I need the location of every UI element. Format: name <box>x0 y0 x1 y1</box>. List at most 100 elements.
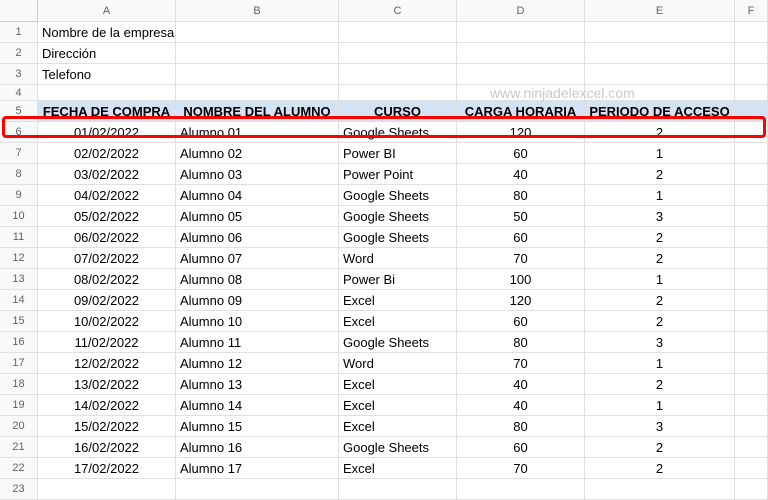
cell-E20[interactable]: 3 <box>585 416 735 437</box>
cell-C9[interactable]: Google Sheets <box>339 185 457 206</box>
cell-E13[interactable]: 1 <box>585 269 735 290</box>
cell-B7[interactable]: Alumno 02 <box>176 143 339 164</box>
row-header-10[interactable]: 10 <box>0 206 38 227</box>
cell-D1[interactable] <box>457 22 585 43</box>
cell-A16[interactable]: 11/02/2022 <box>38 332 176 353</box>
cell-B14[interactable]: Alumno 09 <box>176 290 339 311</box>
cell-A11[interactable]: 06/02/2022 <box>38 227 176 248</box>
table-header-C[interactable]: CURSO <box>339 101 457 122</box>
cell-A3[interactable]: Telefono <box>38 64 176 85</box>
cell-E23[interactable] <box>585 479 735 500</box>
cell-D16[interactable]: 80 <box>457 332 585 353</box>
cell-C14[interactable]: Excel <box>339 290 457 311</box>
cell-D23[interactable] <box>457 479 585 500</box>
cell-D12[interactable]: 70 <box>457 248 585 269</box>
cell-F20[interactable] <box>735 416 768 437</box>
table-header-F[interactable] <box>735 101 768 122</box>
cell-A12[interactable]: 07/02/2022 <box>38 248 176 269</box>
cell-A1[interactable]: Nombre de la empresa <box>38 22 176 43</box>
cell-B23[interactable] <box>176 479 339 500</box>
row-header-1[interactable]: 1 <box>0 22 38 43</box>
row-header-13[interactable]: 13 <box>0 269 38 290</box>
cell-D3[interactable] <box>457 64 585 85</box>
cell-E9[interactable]: 1 <box>585 185 735 206</box>
cell-C3[interactable] <box>339 64 457 85</box>
cell-C6[interactable]: Google Sheets <box>339 122 457 143</box>
cell-E6[interactable]: 2 <box>585 122 735 143</box>
cell-F18[interactable] <box>735 374 768 395</box>
cell-C23[interactable] <box>339 479 457 500</box>
cell-E3[interactable] <box>585 64 735 85</box>
cell-B15[interactable]: Alumno 10 <box>176 311 339 332</box>
row-header-15[interactable]: 15 <box>0 311 38 332</box>
cell-F22[interactable] <box>735 458 768 479</box>
cell-A4[interactable] <box>38 85 176 101</box>
cell-E18[interactable]: 2 <box>585 374 735 395</box>
cell-F2[interactable] <box>735 43 768 64</box>
cell-A10[interactable]: 05/02/2022 <box>38 206 176 227</box>
cell-A15[interactable]: 10/02/2022 <box>38 311 176 332</box>
row-header-18[interactable]: 18 <box>0 374 38 395</box>
cell-A8[interactable]: 03/02/2022 <box>38 164 176 185</box>
cell-C2[interactable] <box>339 43 457 64</box>
cell-D2[interactable] <box>457 43 585 64</box>
cell-F7[interactable] <box>735 143 768 164</box>
row-header-16[interactable]: 16 <box>0 332 38 353</box>
cell-E10[interactable]: 3 <box>585 206 735 227</box>
cell-E14[interactable]: 2 <box>585 290 735 311</box>
cell-D6[interactable]: 120 <box>457 122 585 143</box>
cell-B3[interactable] <box>176 64 339 85</box>
cell-F1[interactable] <box>735 22 768 43</box>
cell-F14[interactable] <box>735 290 768 311</box>
cell-C11[interactable]: Google Sheets <box>339 227 457 248</box>
cell-B10[interactable]: Alumno 05 <box>176 206 339 227</box>
cell-A23[interactable] <box>38 479 176 500</box>
cell-C16[interactable]: Google Sheets <box>339 332 457 353</box>
row-header-11[interactable]: 11 <box>0 227 38 248</box>
cell-D17[interactable]: 70 <box>457 353 585 374</box>
cell-F10[interactable] <box>735 206 768 227</box>
cell-F11[interactable] <box>735 227 768 248</box>
cell-B4[interactable] <box>176 85 339 101</box>
cell-D10[interactable]: 50 <box>457 206 585 227</box>
row-header-17[interactable]: 17 <box>0 353 38 374</box>
cell-A17[interactable]: 12/02/2022 <box>38 353 176 374</box>
cell-E16[interactable]: 3 <box>585 332 735 353</box>
row-header-19[interactable]: 19 <box>0 395 38 416</box>
cell-C13[interactable]: Power Bi <box>339 269 457 290</box>
cell-A14[interactable]: 09/02/2022 <box>38 290 176 311</box>
cell-D11[interactable]: 60 <box>457 227 585 248</box>
row-header-2[interactable]: 2 <box>0 43 38 64</box>
cell-C15[interactable]: Excel <box>339 311 457 332</box>
cell-F13[interactable] <box>735 269 768 290</box>
cell-F6[interactable] <box>735 122 768 143</box>
cell-A20[interactable]: 15/02/2022 <box>38 416 176 437</box>
cell-F21[interactable] <box>735 437 768 458</box>
cell-B9[interactable]: Alumno 04 <box>176 185 339 206</box>
cell-E11[interactable]: 2 <box>585 227 735 248</box>
table-header-E[interactable]: PERIODO DE ACCESO <box>585 101 735 122</box>
spreadsheet-grid[interactable]: A B C D E F 1 Nombre de la empresa 2 Dir… <box>0 0 768 500</box>
row-header-12[interactable]: 12 <box>0 248 38 269</box>
row-header-4[interactable]: 4 <box>0 85 38 101</box>
cell-A19[interactable]: 14/02/2022 <box>38 395 176 416</box>
cell-D9[interactable]: 80 <box>457 185 585 206</box>
cell-C1[interactable] <box>339 22 457 43</box>
row-header-20[interactable]: 20 <box>0 416 38 437</box>
cell-E4[interactable] <box>585 85 735 101</box>
cell-F19[interactable] <box>735 395 768 416</box>
select-all-corner[interactable] <box>0 0 38 22</box>
cell-C10[interactable]: Google Sheets <box>339 206 457 227</box>
cell-E8[interactable]: 2 <box>585 164 735 185</box>
cell-C7[interactable]: Power BI <box>339 143 457 164</box>
cell-D13[interactable]: 100 <box>457 269 585 290</box>
cell-A21[interactable]: 16/02/2022 <box>38 437 176 458</box>
row-header-6[interactable]: 6 <box>0 122 38 143</box>
col-header-A[interactable]: A <box>38 0 176 22</box>
cell-A22[interactable]: 17/02/2022 <box>38 458 176 479</box>
cell-B2[interactable] <box>176 43 339 64</box>
row-header-9[interactable]: 9 <box>0 185 38 206</box>
cell-B19[interactable]: Alumno 14 <box>176 395 339 416</box>
row-header-8[interactable]: 8 <box>0 164 38 185</box>
cell-A13[interactable]: 08/02/2022 <box>38 269 176 290</box>
